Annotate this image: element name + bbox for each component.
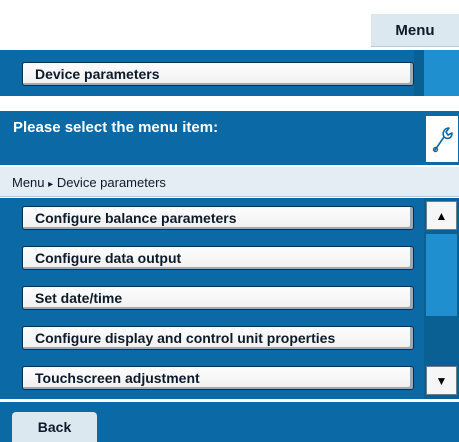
wrench-button[interactable] <box>425 115 459 163</box>
menu-item-label: Configure data output <box>35 250 182 266</box>
menu-item-label: Set date/time <box>35 290 123 306</box>
triangle-up-icon: ▲ <box>435 208 448 223</box>
breadcrumb-separator-icon: ▸ <box>48 179 54 190</box>
menu-item-configure-display-and-control-unit[interactable]: Configure display and control unit prope… <box>22 326 414 350</box>
scroll-down-button[interactable]: ▼ <box>426 366 457 395</box>
menu-item-label: Touchscreen adjustment <box>35 370 200 386</box>
menu-item-label: Configure display and control unit prope… <box>35 330 336 346</box>
breadcrumb-root: Menu <box>12 175 45 190</box>
scrollbar-thumb[interactable] <box>426 234 457 316</box>
top-scrollbar-thumb[interactable] <box>424 50 459 96</box>
scroll-up-button[interactable]: ▲ <box>426 201 457 230</box>
breadcrumb-current: Device parameters <box>56 175 166 190</box>
wrench-icon <box>432 127 453 153</box>
device-parameters-button[interactable]: Device parameters <box>22 62 414 86</box>
menu-item-set-date-time[interactable]: Set date/time <box>22 286 414 310</box>
menu-item-label: Configure balance parameters <box>35 210 237 226</box>
menu-item-touchscreen-adjustment[interactable]: Touchscreen adjustment <box>22 366 414 390</box>
menu-item-configure-balance-parameters[interactable]: Configure balance parameters <box>22 206 414 230</box>
triangle-down-icon: ▼ <box>435 373 448 388</box>
menu-item-configure-data-output[interactable]: Configure data output <box>22 246 414 270</box>
page-title: Please select the menu item: <box>13 119 219 136</box>
breadcrumb-path: Menu ▸ Device parameters <box>12 175 166 190</box>
menu-button[interactable]: Menu <box>371 14 459 47</box>
device-parameters-label: Device parameters <box>35 66 160 82</box>
back-button[interactable]: Back <box>12 412 97 442</box>
